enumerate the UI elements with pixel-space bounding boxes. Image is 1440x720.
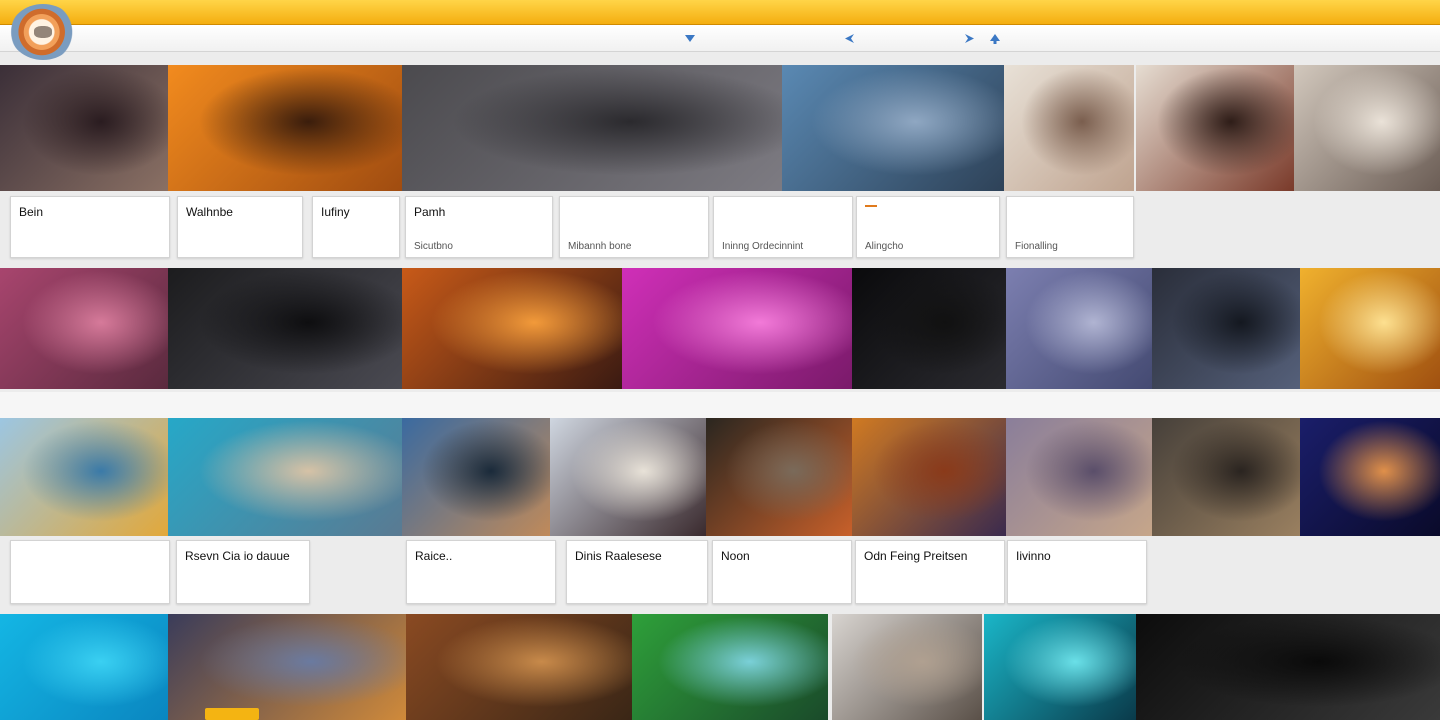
image-tile[interactable] bbox=[168, 268, 402, 389]
image-tile[interactable] bbox=[0, 268, 168, 389]
image-tile[interactable] bbox=[782, 65, 1004, 191]
info-card[interactable]: Fionalling bbox=[1006, 196, 1134, 258]
image-tile[interactable] bbox=[832, 614, 982, 720]
back-arrow-icon[interactable] bbox=[843, 33, 855, 44]
play-button[interactable] bbox=[205, 708, 259, 720]
site-logo[interactable] bbox=[10, 4, 76, 60]
dropdown-arrow-icon[interactable] bbox=[684, 33, 696, 44]
info-card[interactable]: Iivinno bbox=[1007, 540, 1147, 604]
info-card[interactable]: Bein bbox=[10, 196, 170, 258]
card-row-2: Rsevn Cia io dauue Raice.. Dinis Raalese… bbox=[0, 536, 1440, 608]
image-tile[interactable] bbox=[406, 614, 632, 720]
image-tile[interactable] bbox=[550, 418, 706, 536]
feature-image-row bbox=[0, 65, 1440, 191]
image-tile[interactable] bbox=[0, 614, 168, 720]
image-tile[interactable] bbox=[168, 65, 402, 191]
image-tile[interactable] bbox=[1006, 268, 1152, 389]
image-tile[interactable] bbox=[168, 418, 402, 536]
image-tile[interactable] bbox=[1300, 418, 1440, 536]
image-tile[interactable] bbox=[0, 65, 168, 191]
image-tile[interactable] bbox=[1294, 65, 1440, 191]
image-tile[interactable] bbox=[0, 418, 168, 536]
info-card[interactable]: Walhnbe bbox=[177, 196, 303, 258]
info-card[interactable]: Iufiny bbox=[312, 196, 400, 258]
mid-image-row bbox=[0, 268, 1440, 389]
image-tile[interactable] bbox=[622, 268, 852, 389]
info-card[interactable]: Pamh Sicutbno bbox=[405, 196, 553, 258]
card-row-1: Bein Walhnbe Iufiny Pamh Sicutbno Mibannh… bbox=[0, 192, 1440, 262]
image-tile[interactable] bbox=[632, 614, 828, 720]
image-row-3 bbox=[0, 418, 1440, 536]
info-card[interactable]: Raice.. bbox=[406, 540, 556, 604]
image-tile[interactable] bbox=[402, 268, 622, 389]
info-card[interactable]: Rsevn Cia io dauue bbox=[176, 540, 310, 604]
image-tile[interactable] bbox=[402, 65, 782, 191]
info-card[interactable]: Dinis Raalesese bbox=[566, 540, 708, 604]
info-card[interactable]: Ininng Ordecinnint bbox=[713, 196, 853, 258]
info-card[interactable]: Alingcho bbox=[856, 196, 1000, 258]
image-tile[interactable] bbox=[1004, 65, 1134, 191]
play-arrow-icon[interactable] bbox=[963, 33, 975, 44]
image-tile[interactable] bbox=[984, 614, 1136, 720]
image-tile[interactable] bbox=[1006, 418, 1152, 536]
image-tile[interactable] bbox=[1152, 418, 1300, 536]
info-card[interactable]: Odn Feing Preitsen bbox=[855, 540, 1005, 604]
image-tile[interactable] bbox=[168, 614, 406, 720]
info-card[interactable]: Noon bbox=[712, 540, 852, 604]
image-tile[interactable] bbox=[852, 268, 1006, 389]
up-arrow-icon[interactable] bbox=[989, 33, 1001, 44]
bottom-image-row bbox=[0, 614, 1440, 720]
link-strip bbox=[0, 392, 1440, 418]
image-tile[interactable] bbox=[706, 418, 852, 536]
image-tile[interactable] bbox=[852, 418, 1006, 536]
top-banner bbox=[0, 0, 1440, 25]
info-card[interactable] bbox=[10, 540, 170, 604]
image-tile[interactable] bbox=[402, 418, 550, 536]
image-tile[interactable] bbox=[1300, 268, 1440, 389]
image-tile[interactable] bbox=[1152, 268, 1300, 389]
image-tile[interactable] bbox=[1136, 614, 1440, 720]
nav-bar bbox=[0, 25, 1440, 52]
image-tile[interactable] bbox=[1136, 65, 1294, 191]
info-card[interactable]: Mibannh bone bbox=[559, 196, 709, 258]
